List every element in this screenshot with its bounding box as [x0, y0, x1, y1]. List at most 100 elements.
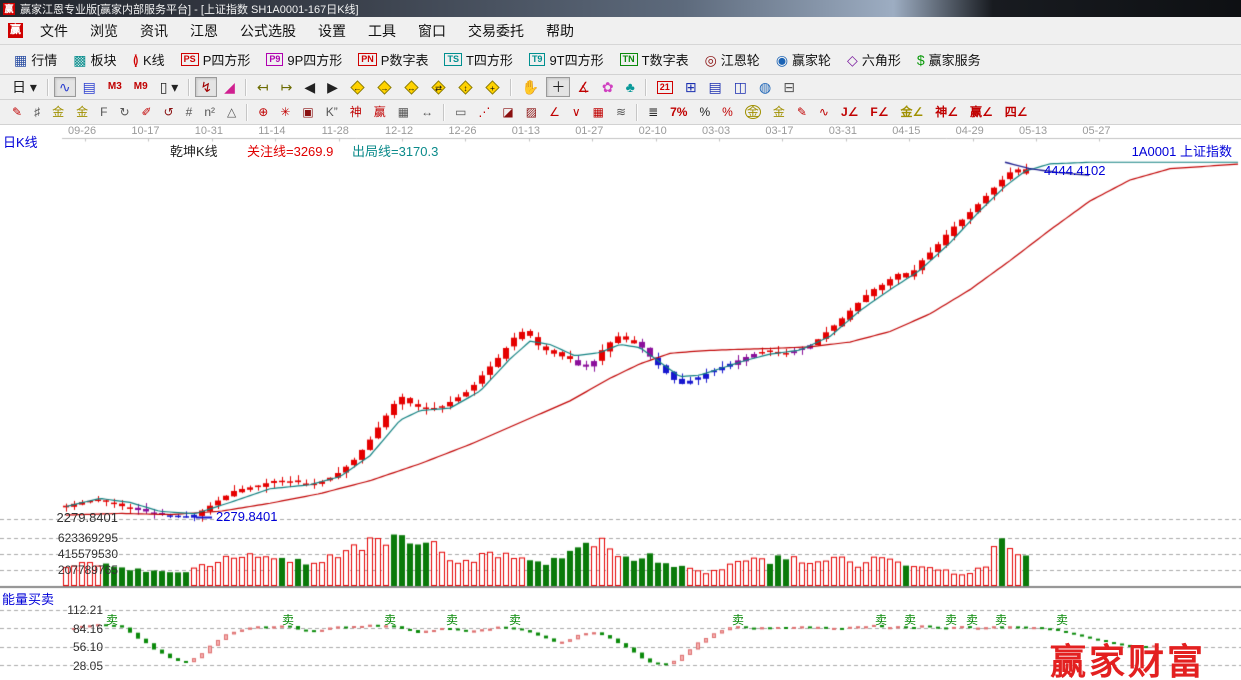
first-page-button[interactable]: ↤	[252, 77, 274, 97]
box-tool-button[interactable]: ▭	[450, 102, 471, 122]
angle-measure-button[interactable]: ∡	[572, 77, 595, 97]
minute3-chart-button[interactable]: M3	[103, 77, 127, 97]
color-flag-button[interactable]: ◢	[219, 77, 240, 97]
angle-line-button[interactable]: ∠	[544, 102, 565, 122]
nav-left-diamond-button[interactable]: ←	[345, 77, 370, 97]
t-square-button[interactable]: TST四方形	[437, 50, 519, 70]
wave-overlay-button[interactable]: ∿	[54, 77, 76, 97]
chart-canvas[interactable]	[0, 125, 1241, 680]
compress-v-diamond-button[interactable]: ↕	[453, 77, 478, 97]
price-brush-button[interactable]: ✎	[792, 102, 812, 122]
web-update-button[interactable]: ◍	[754, 77, 776, 97]
gold-level-line-button[interactable]: 金	[768, 102, 790, 122]
save-button[interactable]: ◫	[729, 77, 752, 97]
hexagon-button[interactable]: ◇六角形	[840, 50, 908, 70]
nav-right-diamond-button[interactable]: →	[372, 77, 397, 97]
menu-bar: 赢 文件浏览资讯江恩公式选股设置工具窗口交易委托帮助	[0, 17, 1241, 45]
grid-123-button[interactable]: ▦	[393, 102, 414, 122]
kline-button[interactable]: ≬K线	[126, 50, 172, 70]
compress-h-diamond-button[interactable]: ↔	[399, 77, 424, 97]
menu-item-0[interactable]: 文件	[29, 21, 79, 41]
exit-line-label: 出局线=3170.3	[352, 141, 438, 160]
notes-button[interactable]: ▤	[704, 77, 727, 97]
winner-wheel-button[interactable]: ◉赢家轮	[769, 50, 838, 70]
wave-tool-button[interactable]: ∿	[814, 102, 834, 122]
circle-cross-button[interactable]: ⊕	[253, 102, 273, 122]
four-angle-button[interactable]: 四∠	[1000, 102, 1033, 122]
print-transfer-button[interactable]: ⊟	[778, 77, 800, 97]
winner-wheel-label: 赢家轮	[792, 50, 831, 69]
zigzag-tool-button[interactable]: ↯	[195, 77, 217, 97]
fan-lines-button[interactable]: ⋰	[473, 102, 495, 122]
grid-columns-button[interactable]: ♯	[29, 102, 45, 122]
hand-tool-button[interactable]: ✋	[517, 77, 544, 97]
info-doc-button[interactable]: ▤	[78, 77, 101, 97]
p-square-button[interactable]: PSP四方形	[174, 50, 258, 70]
menu-item-5[interactable]: 设置	[307, 21, 357, 41]
candle-style-dropdown-button[interactable]: ▯ ▾	[155, 77, 184, 97]
last-page-button[interactable]: ↦	[276, 77, 298, 97]
menu-item-4[interactable]: 公式选股	[229, 21, 307, 41]
target-star-button[interactable]: ✳	[275, 102, 295, 122]
k-note-button[interactable]: K”	[321, 102, 343, 122]
period-day-dropdown-button[interactable]: 日 ▾	[7, 77, 42, 97]
v-lines-button[interactable]: ∨	[567, 102, 586, 122]
calculator-button[interactable]: ⊞	[680, 77, 702, 97]
spiral-grid-button[interactable]: ↻	[114, 102, 134, 122]
gold-circle-button[interactable]: 金	[740, 102, 766, 122]
win-grid-button[interactable]: 赢	[369, 102, 391, 122]
t9-square-button[interactable]: T99T四方形	[522, 50, 611, 70]
gann-flower-button[interactable]: ✿	[597, 77, 619, 97]
date-axis-label: 04-15	[892, 125, 920, 137]
f-angle-button[interactable]: F∠	[865, 102, 893, 122]
pattern-cloud-button[interactable]: ♣	[621, 77, 640, 97]
hash-grid-button[interactable]: #	[181, 102, 198, 122]
tn-number-table-button[interactable]: TNT数字表	[613, 50, 696, 70]
god-angle-button[interactable]: 神∠	[930, 102, 963, 122]
bar-ladder-button[interactable]: ≣	[643, 102, 663, 122]
gold-grid-a-button[interactable]: 金	[47, 102, 69, 122]
expand-h-diamond-button[interactable]: ⇄	[426, 77, 451, 97]
box-hatch-button[interactable]: ▨	[521, 102, 542, 122]
quotes-button[interactable]: ▦行情	[7, 50, 64, 70]
fine-grid-button[interactable]: ▦	[588, 102, 609, 122]
p-number-table-button[interactable]: PNP数字表	[351, 50, 435, 70]
next-bar-button[interactable]: ▶	[322, 77, 343, 97]
win-angle-button[interactable]: 赢∠	[965, 102, 998, 122]
menu-item-3[interactable]: 江恩	[179, 21, 229, 41]
reset-cross-diamond-button[interactable]: +	[480, 77, 505, 97]
gold-angle-button[interactable]: 金∠	[896, 102, 929, 122]
n-squared-button[interactable]: n²	[199, 102, 220, 122]
sectors-button[interactable]: ▩板块	[66, 50, 123, 70]
gann-brush-button[interactable]: ✎	[7, 102, 27, 122]
circle-arrows-button[interactable]: ↺	[159, 102, 179, 122]
menu-item-9[interactable]: 帮助	[535, 21, 585, 41]
seven-percent-button[interactable]: 7%	[665, 102, 692, 122]
gann-wheel-button[interactable]: ◎江恩轮	[698, 50, 767, 70]
minute9-chart-button[interactable]: M9	[129, 77, 153, 97]
menu-item-2[interactable]: 资讯	[129, 21, 179, 41]
gold-grid-b-button[interactable]: 金	[71, 102, 93, 122]
menu-item-1[interactable]: 浏览	[79, 21, 129, 41]
crosshair-tool-button[interactable]: ＋	[546, 77, 570, 97]
god-grid-button[interactable]: 神	[345, 102, 367, 122]
p9-square-button[interactable]: P99P四方形	[259, 50, 349, 70]
prev-bar-button[interactable]: ◀	[299, 77, 320, 97]
winner-service-button[interactable]: $赢家服务	[910, 50, 988, 70]
box-diagonal-button[interactable]: ◪	[497, 102, 518, 122]
boxed-target-button[interactable]: ▣	[297, 102, 318, 122]
menu-item-6[interactable]: 工具	[357, 21, 407, 41]
percent-tool-button[interactable]: %	[694, 102, 715, 122]
menu-item-8[interactable]: 交易委托	[457, 21, 535, 41]
menu-item-7[interactable]: 窗口	[407, 21, 457, 41]
angle-ruler-button[interactable]: △	[222, 102, 241, 122]
wave-lines-button[interactable]: ≋	[611, 102, 631, 122]
percent-line-button[interactable]: %	[717, 102, 738, 122]
calendar-button[interactable]: 21	[652, 77, 678, 97]
gann-wheel-icon: ◎	[705, 52, 717, 68]
f-grid-button[interactable]: F	[95, 102, 112, 122]
h-range-arrows-button[interactable]: ↔	[416, 102, 438, 122]
measure-brush-button[interactable]: ✐	[137, 102, 157, 122]
j-angle-button[interactable]: J∠	[836, 102, 863, 122]
crosshair-tool-icon: ＋	[551, 79, 565, 95]
